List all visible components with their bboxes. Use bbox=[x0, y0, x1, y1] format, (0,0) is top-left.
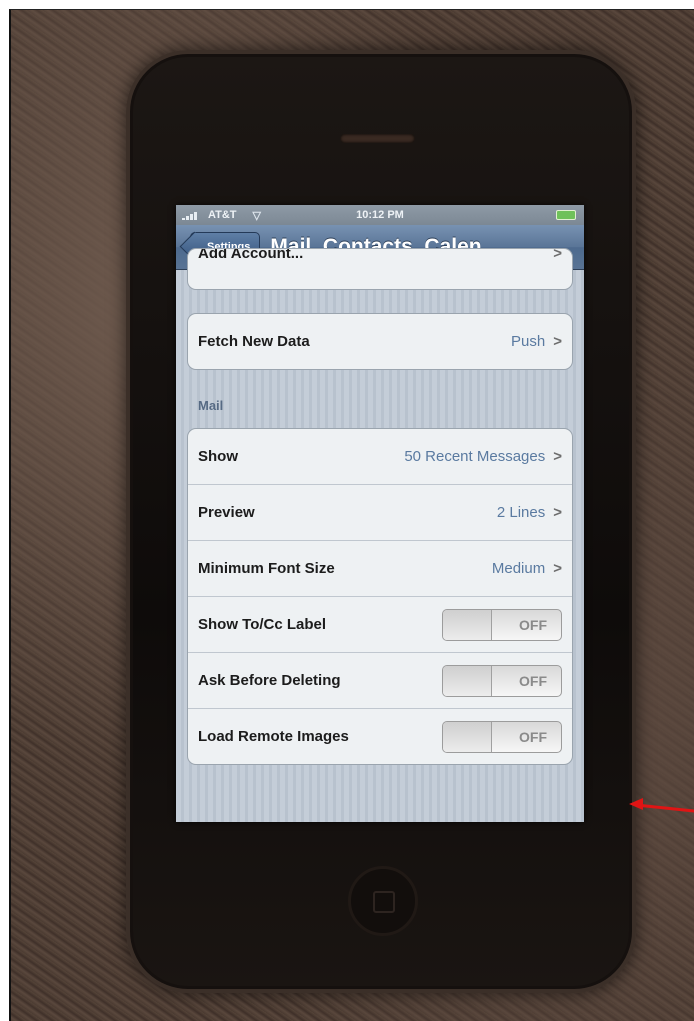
preview-row[interactable]: Preview 2 Lines > bbox=[188, 484, 572, 540]
toggle-knob bbox=[443, 665, 492, 696]
preview-value: 2 Lines bbox=[496, 504, 546, 521]
status-time: 10:12 PM bbox=[356, 209, 404, 221]
fetch-new-data-label: Fetch New Data bbox=[198, 333, 310, 350]
chevron-right-icon: > bbox=[553, 248, 562, 262]
toggle-knob bbox=[443, 721, 492, 752]
minimum-font-size-value: Medium bbox=[491, 560, 546, 577]
home-square-icon bbox=[373, 891, 395, 913]
minimum-font-size-label: Minimum Font Size bbox=[198, 560, 335, 577]
load-remote-images-row: Load Remote Images OFF bbox=[188, 708, 572, 764]
load-remote-images-toggle[interactable]: OFF bbox=[442, 720, 562, 753]
chevron-right-icon: > bbox=[553, 333, 562, 350]
mail-group: Show 50 Recent Messages > Preview 2 Line… bbox=[187, 428, 573, 765]
annotation-arrow-icon bbox=[629, 798, 643, 810]
phone-screen: AT&T ▽ 10:12 PM Settings Mail, Contacts,… bbox=[176, 205, 584, 822]
toggle-state: OFF bbox=[519, 672, 547, 689]
show-value: 50 Recent Messages bbox=[404, 448, 546, 465]
show-to-cc-label: Show To/Cc Label bbox=[198, 616, 327, 633]
add-account-group: Add Account... > bbox=[187, 248, 573, 290]
add-account-label: Add Account... bbox=[198, 248, 304, 262]
home-button[interactable] bbox=[348, 866, 418, 936]
ask-before-deleting-toggle[interactable]: OFF bbox=[442, 664, 562, 697]
settings-list[interactable]: Add Account... > Fetch New Data Push > M… bbox=[176, 248, 584, 822]
fetch-new-data-value: Push bbox=[511, 333, 546, 350]
earpiece-speaker bbox=[340, 134, 415, 143]
minimum-font-size-row[interactable]: Minimum Font Size Medium > bbox=[188, 540, 572, 596]
preview-label: Preview bbox=[198, 504, 255, 521]
toggle-state: OFF bbox=[519, 616, 547, 633]
status-bar: AT&T ▽ 10:12 PM bbox=[176, 205, 584, 225]
chevron-right-icon: > bbox=[553, 504, 562, 521]
fetch-new-data-row[interactable]: Fetch New Data Push > bbox=[188, 314, 572, 369]
ask-before-deleting-row: Ask Before Deleting OFF bbox=[188, 652, 572, 708]
battery-icon bbox=[556, 210, 576, 220]
mail-section-header: Mail bbox=[198, 398, 224, 413]
photo-frame: AT&T ▽ 10:12 PM Settings Mail, Contacts,… bbox=[9, 9, 694, 1021]
show-to-cc-toggle[interactable]: OFF bbox=[442, 608, 562, 641]
show-label: Show bbox=[198, 448, 238, 465]
ask-before-deleting-label: Ask Before Deleting bbox=[198, 672, 341, 689]
add-account-row[interactable]: Add Account... > bbox=[188, 249, 572, 289]
toggle-knob bbox=[443, 609, 492, 640]
annotation-arrow-line bbox=[640, 804, 694, 814]
toggle-state: OFF bbox=[519, 728, 547, 745]
show-row[interactable]: Show 50 Recent Messages > bbox=[188, 429, 572, 484]
fetch-group: Fetch New Data Push > bbox=[187, 313, 573, 370]
show-to-cc-row: Show To/Cc Label OFF bbox=[188, 596, 572, 652]
chevron-right-icon: > bbox=[553, 448, 562, 465]
load-remote-images-label: Load Remote Images bbox=[198, 728, 349, 745]
chevron-right-icon: > bbox=[553, 560, 562, 577]
